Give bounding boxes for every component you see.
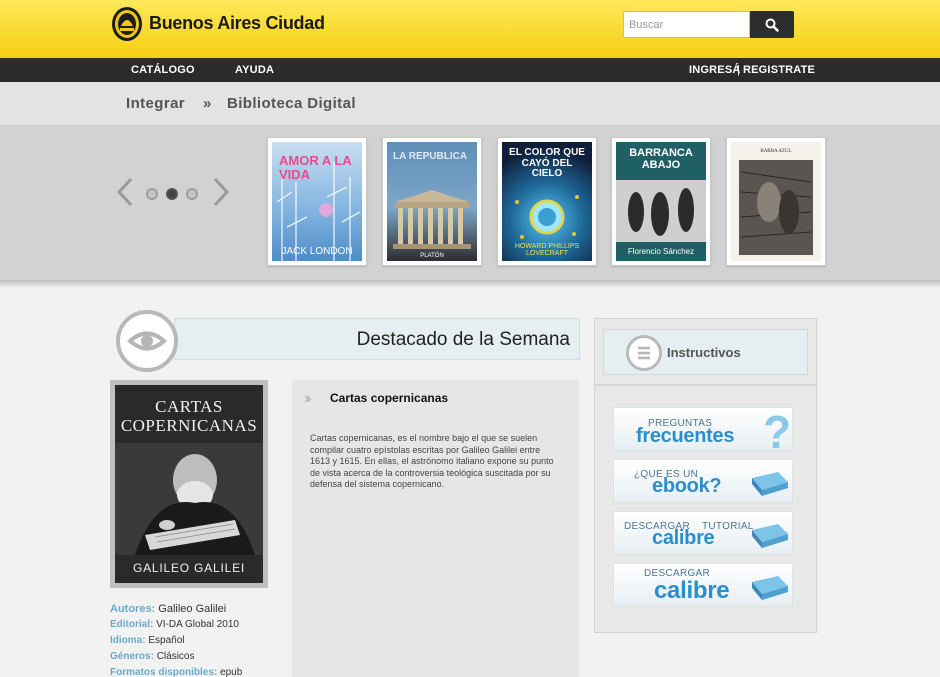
meta-generos: Géneros: Clásicos xyxy=(110,651,194,662)
cover-title: AMOR A LA VIDA xyxy=(279,153,352,182)
meta-value[interactable]: Galileo Galilei xyxy=(158,603,226,615)
brand-name[interactable]: Buenos Aires Ciudad xyxy=(149,13,325,34)
cover-author: Florencio Sánchez xyxy=(627,247,695,256)
download-calibre-banner[interactable]: DESCARGAR calibre xyxy=(613,563,793,607)
meta-value[interactable]: Clásicos xyxy=(157,651,195,662)
book-icon xyxy=(752,576,788,600)
carousel-book[interactable]: BARBA AZUL xyxy=(726,137,826,266)
featured-book-cover[interactable]: CARTAS COPERNICANAS GALILEO GALILEI xyxy=(110,380,268,588)
breadcrumb-separator: » xyxy=(203,95,212,112)
breadcrumb-biblioteca[interactable]: Biblioteca Digital xyxy=(227,95,356,112)
nav-catalogo[interactable]: CATÁLOGO xyxy=(131,64,195,76)
book-carousel: AMOR A LA VIDA JACK LONDON LA REPUBLICA … xyxy=(0,125,940,282)
instructivos-title: Instructivos xyxy=(667,345,741,360)
double-chevron-icon: ›› xyxy=(304,390,311,407)
book-cover: BARBA AZUL xyxy=(731,142,821,261)
svg-text:?: ? xyxy=(763,407,791,451)
book-cover: EL COLOR QUE CAYÓ DEL CIELO HOWARD PHILL… xyxy=(502,142,592,261)
nav-login[interactable]: INGRESÁ xyxy=(689,64,741,76)
book-cover: BARRANCA ABAJO Florencio Sánchez xyxy=(616,142,706,261)
meta-key: Editorial: xyxy=(110,619,154,630)
meta-idioma: Idioma: Español xyxy=(110,635,184,646)
cover-author: PLATÓN xyxy=(420,253,444,259)
cover-art: CARTAS COPERNICANAS GALILEO GALILEI xyxy=(115,385,263,583)
what-is-ebook-banner[interactable]: ¿QUE ES UN ebook? xyxy=(613,459,793,503)
description-panel: ›› Cartas copernicanas Cartas copernican… xyxy=(292,380,579,677)
meta-autores: Autores: Galileo Galilei xyxy=(110,603,226,615)
cover-title: LA REPUBLICA xyxy=(393,151,468,162)
carousel-dot[interactable] xyxy=(186,188,198,200)
book-title: Cartas copernicanas xyxy=(330,391,449,405)
featured-cover-author: GALILEO GALILEI xyxy=(132,561,246,575)
banner-big-text: calibre xyxy=(654,577,730,604)
meta-editorial: Editorial: VI-DA Global 2010 xyxy=(110,619,239,630)
breadcrumb: Integrar » Biblioteca Digital xyxy=(0,82,940,125)
calibre-tutorial-banner[interactable]: DESCARGAR TUTORIAL calibre xyxy=(613,511,793,555)
faq-banner[interactable]: PREGUNTAS frecuentes ? xyxy=(613,407,793,451)
meta-key: Formatos disponibles: xyxy=(110,667,218,677)
featured-title: Destacado de la Semana xyxy=(356,329,570,350)
eye-icon xyxy=(116,310,178,372)
meta-key: Géneros: xyxy=(110,651,154,662)
chevron-right-icon[interactable] xyxy=(212,177,230,207)
book-icon xyxy=(752,524,788,548)
list-icon xyxy=(626,335,662,371)
cover-author: JACK LONDON xyxy=(281,246,353,257)
carousel-book[interactable]: BARRANCA ABAJO Florencio Sánchez xyxy=(611,137,711,266)
meta-value: Español xyxy=(148,635,185,646)
engraving-image xyxy=(739,160,813,255)
carousel-shadow xyxy=(0,280,940,288)
book-icon xyxy=(752,472,788,496)
carousel-book[interactable]: LA REPUBLICA PLATÓN xyxy=(382,137,482,266)
banner-big-text: ebook? xyxy=(652,475,722,497)
search-icon xyxy=(765,18,779,32)
galileo-portrait-image xyxy=(115,443,263,555)
search-button[interactable] xyxy=(750,11,794,38)
banner-big-text: frecuentes xyxy=(636,425,735,447)
nav-separator: | xyxy=(737,64,741,76)
book-cover: LA REPUBLICA PLATÓN xyxy=(387,142,477,261)
city-seal-icon[interactable] xyxy=(111,6,143,42)
cover-author: HOWARD PHILLIPS LOVECRAFT xyxy=(514,243,580,257)
site-header: Buenos Aires Ciudad xyxy=(0,0,940,58)
meta-key: Idioma: xyxy=(110,635,146,646)
search-input[interactable] xyxy=(623,11,750,38)
nav-register[interactable]: REGISTRATE xyxy=(743,64,815,76)
divider xyxy=(595,384,816,386)
carousel-book[interactable]: EL COLOR QUE CAYÓ DEL CIELO HOWARD PHILL… xyxy=(497,137,597,266)
cover-title: EL COLOR QUE CAYÓ DEL CIELO xyxy=(509,147,585,179)
meta-value: VI-DA Global 2010 xyxy=(156,619,239,630)
book-description: Cartas copernicanas, es el nombre bajo e… xyxy=(310,433,554,489)
meta-key: Autores: xyxy=(110,603,156,615)
carousel-book[interactable]: AMOR A LA VIDA JACK LONDON xyxy=(267,137,367,266)
carousel-dot[interactable] xyxy=(146,188,158,200)
cover-title: BARBA AZUL xyxy=(760,149,792,154)
carousel-dot-active[interactable] xyxy=(166,188,178,200)
nav-ayuda[interactable]: AYUDA xyxy=(235,64,274,76)
meta-value: epub xyxy=(220,667,243,677)
featured-header: Destacado de la Semana xyxy=(174,318,580,360)
breadcrumb-integrar[interactable]: Integrar xyxy=(126,95,185,112)
book-cover: AMOR A LA VIDA JACK LONDON xyxy=(272,142,362,261)
main-nav: CATÁLOGO AYUDA INGRESÁ | REGISTRATE xyxy=(0,58,940,82)
question-mark-icon: ? xyxy=(763,407,791,451)
cover-title: BARRANCA ABAJO xyxy=(629,147,693,171)
instructivos-header: Instructivos xyxy=(603,329,808,375)
chevron-left-icon[interactable] xyxy=(116,177,134,207)
banner-big-text: calibre xyxy=(652,527,715,549)
meta-formatos: Formatos disponibles: epub xyxy=(110,667,242,677)
